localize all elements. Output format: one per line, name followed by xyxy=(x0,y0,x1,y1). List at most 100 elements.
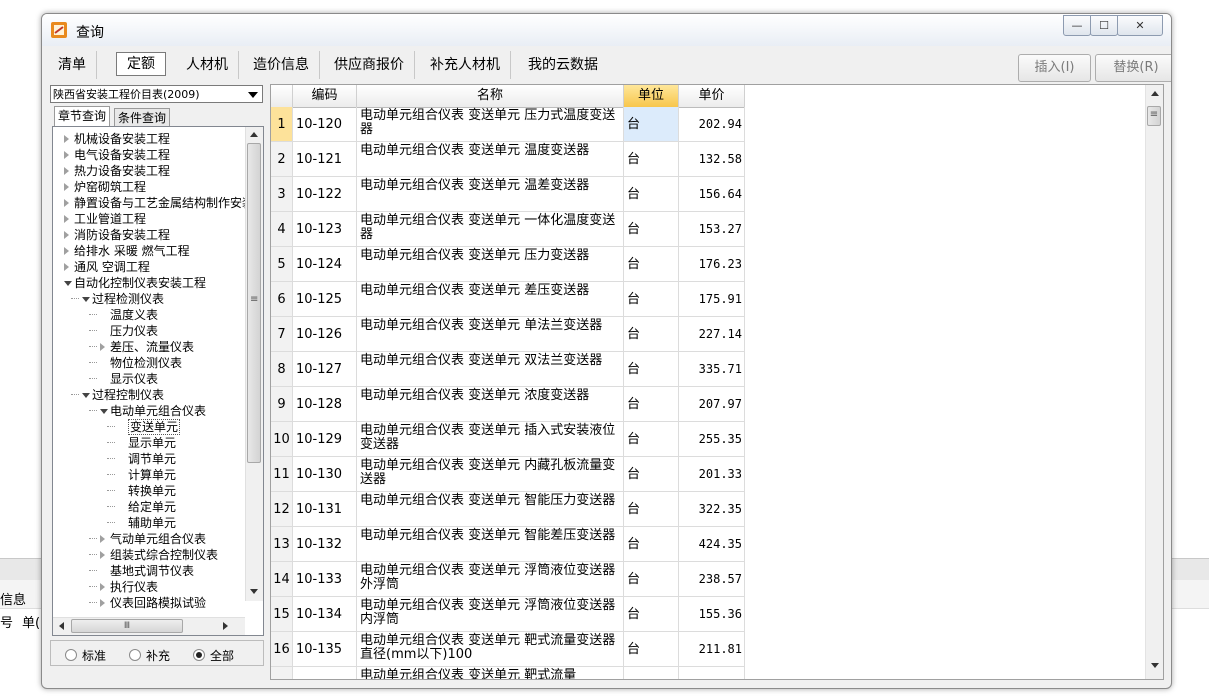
cell-row-number[interactable]: 5 xyxy=(271,247,293,282)
table-scroll-thumb[interactable]: ≡ xyxy=(1147,106,1161,126)
table-row[interactable]: 3 10-122 电动单元组合仪表 变送单元 温差变送器台 156.64 xyxy=(271,177,745,212)
tree-item[interactable]: 转换单元 xyxy=(53,483,243,499)
cell-unit[interactable]: 台 xyxy=(624,352,679,387)
collapsed-icon[interactable] xyxy=(100,551,105,559)
collapsed-icon[interactable] xyxy=(64,183,69,191)
chapter-tree[interactable]: 机械设备安装工程 电气设备安装工程 热力设备安装工程 炉窑砌筑工程 静置设备与工艺金属结… xyxy=(52,126,264,636)
cell-row-number[interactable]: 15 xyxy=(271,597,293,632)
cell-code[interactable]: 10-129 xyxy=(293,422,357,457)
cell-code[interactable]: 10-127 xyxy=(293,352,357,387)
table-row[interactable]: 1 10-120 电动单元组合仪表 变送单元 压力式温度变送器台 202.94 xyxy=(271,107,745,142)
cell-unit[interactable]: 台 xyxy=(624,422,679,457)
cell-name[interactable]: 电动单元组合仪表 变送单元 温度变送器 xyxy=(357,142,624,177)
tree-item[interactable]: 给定单元 xyxy=(53,499,243,515)
insert-button[interactable]: 插入(I) xyxy=(1018,54,1091,82)
table-row[interactable]: 11 10-130 电动单元组合仪表 变送单元 内藏孔板流量变送器台 201.33 xyxy=(271,457,745,492)
cell-unit[interactable]: 台 xyxy=(624,107,679,142)
cell-unit[interactable]: 台 xyxy=(624,632,679,667)
expanded-icon[interactable] xyxy=(82,393,90,398)
collapsed-icon[interactable] xyxy=(100,599,105,607)
expanded-icon[interactable] xyxy=(64,281,72,286)
tree-item[interactable]: 差压、流量仪表 xyxy=(53,339,243,355)
tree-scroll-thumb[interactable]: ≡ xyxy=(247,143,261,463)
tree-item[interactable]: 基地式调节仪表 xyxy=(53,563,243,579)
cell-name[interactable]: 电动单元组合仪表 变送单元 浮筒液位变送器外浮筒 xyxy=(357,562,624,597)
cell-row-number[interactable]: 4 xyxy=(271,212,293,247)
tree-item[interactable]: 电气设备安装工程 xyxy=(53,147,243,163)
cell-code[interactable]: 10-120 xyxy=(293,107,357,142)
cell-name[interactable]: 电动单元组合仪表 变送单元 压力式温度变送器 xyxy=(357,107,624,142)
cell-price[interactable]: 238.57 xyxy=(679,562,745,597)
collapsed-icon[interactable] xyxy=(64,263,69,271)
table-row[interactable]: 5 10-124 电动单元组合仪表 变送单元 压力变送器台 176.23 xyxy=(271,247,745,282)
cell-code[interactable]: 10-124 xyxy=(293,247,357,282)
cell-price[interactable]: 424.35 xyxy=(679,527,745,562)
cell-price[interactable]: 202.94 xyxy=(679,107,745,142)
minimize-button[interactable]: — xyxy=(1063,15,1091,36)
cell-price[interactable]: 227.14 xyxy=(679,317,745,352)
cell-code[interactable]: 10-123 xyxy=(293,212,357,247)
cell-row-number[interactable]: 9 xyxy=(271,387,293,422)
header-name[interactable]: 名称 xyxy=(357,85,624,107)
tree-item[interactable]: 执行仪表 xyxy=(53,579,243,595)
cell-unit[interactable]: 台 xyxy=(624,562,679,597)
tree-item[interactable]: 消防设备安装工程 xyxy=(53,227,243,243)
cell-code[interactable]: 10-128 xyxy=(293,387,357,422)
tree-item[interactable]: 自动化控制仪表安装工程 xyxy=(53,275,243,291)
cell-unit[interactable]: 台 xyxy=(624,212,679,247)
tree-vertical-scrollbar[interactable]: ≡ xyxy=(245,127,263,601)
tree-item[interactable]: 仪表回路模拟试验 xyxy=(53,595,243,611)
table-row[interactable]: 7 10-126 电动单元组合仪表 变送单元 单法兰变送器台 227.14 xyxy=(271,317,745,352)
cell-unit[interactable]: 台 xyxy=(624,142,679,177)
cell-unit[interactable]: 台 xyxy=(624,387,679,422)
tree-item[interactable]: 给排水 采暖 燃气工程 xyxy=(53,243,243,259)
table-row[interactable]: 6 10-125 电动单元组合仪表 变送单元 差压变送器台 175.91 xyxy=(271,282,745,317)
cell-price[interactable]: 176.23 xyxy=(679,247,745,282)
collapsed-icon[interactable] xyxy=(64,167,69,175)
table-vertical-scrollbar[interactable]: ≡ xyxy=(1145,85,1163,679)
radio-standard[interactable]: 标准 xyxy=(65,647,106,664)
tree-item[interactable]: 过程控制仪表 xyxy=(53,387,243,403)
tree-item[interactable]: 变送单元 xyxy=(53,419,243,435)
cell-price[interactable]: 322.35 xyxy=(679,492,745,527)
collapsed-icon[interactable] xyxy=(64,151,69,159)
collapsed-icon[interactable] xyxy=(64,199,69,207)
tree-item[interactable]: 调节单元 xyxy=(53,451,243,467)
collapsed-icon[interactable] xyxy=(100,583,105,591)
cell-row-number[interactable]: 3 xyxy=(271,177,293,212)
cell-name[interactable]: 电动单元组合仪表 变送单元 差压变送器 xyxy=(357,282,624,317)
tab-chapter-search[interactable]: 章节查询 xyxy=(54,106,111,128)
tab-price-info[interactable]: 造价信息 xyxy=(243,51,320,79)
radio-all[interactable]: 全部 xyxy=(193,647,234,664)
tree-horizontal-scrollbar[interactable]: Ⅲ xyxy=(53,617,245,635)
cell-price[interactable]: 335.71 xyxy=(679,352,745,387)
cell-code[interactable] xyxy=(293,667,357,679)
header-code[interactable]: 编码 xyxy=(293,85,357,107)
cell-row-number[interactable]: 11 xyxy=(271,457,293,492)
cell-price[interactable]: 211.81 xyxy=(679,632,745,667)
cell-code[interactable]: 10-130 xyxy=(293,457,357,492)
replace-button[interactable]: 替换(R) xyxy=(1095,54,1171,82)
tab-labor-material-machine[interactable]: 人材机 xyxy=(176,51,239,79)
collapsed-icon[interactable] xyxy=(64,247,69,255)
cell-price[interactable] xyxy=(679,667,745,679)
tab-supplementary[interactable]: 补充人材机 xyxy=(420,51,511,79)
cell-row-number[interactable]: 12 xyxy=(271,492,293,527)
cell-name[interactable]: 电动单元组合仪表 变送单元 压力变送器 xyxy=(357,247,624,282)
table-row[interactable]: 14 10-133 电动单元组合仪表 变送单元 浮筒液位变送器外浮筒台 238.57 xyxy=(271,562,745,597)
cell-unit[interactable]: 台 xyxy=(624,457,679,492)
tree-item[interactable]: 热力设备安装工程 xyxy=(53,163,243,179)
tree-item[interactable]: 温度义表 xyxy=(53,307,243,323)
cell-row-number[interactable]: 14 xyxy=(271,562,293,597)
maximize-button[interactable]: ☐ xyxy=(1090,15,1118,36)
table-row[interactable]: 4 10-123 电动单元组合仪表 变送单元 一体化温度变送器台 153.27 xyxy=(271,212,745,247)
cell-unit[interactable]: 台 xyxy=(624,527,679,562)
tree-item[interactable]: 气动单元组合仪表 xyxy=(53,531,243,547)
cell-unit[interactable]: 台 xyxy=(624,177,679,212)
tree-item[interactable]: 显示仪表 xyxy=(53,371,243,387)
cell-unit[interactable]: 台 xyxy=(624,282,679,317)
cell-name[interactable]: 电动单元组合仪表 变送单元 智能压力变送器 xyxy=(357,492,624,527)
table-row[interactable]: 16 10-135 电动单元组合仪表 变送单元 靶式流量变送器直径(mm以下)100… xyxy=(271,632,745,667)
tree-item[interactable]: 压力仪表 xyxy=(53,323,243,339)
table-row[interactable]: 9 10-128 电动单元组合仪表 变送单元 浓度变送器台 207.97 xyxy=(271,387,745,422)
